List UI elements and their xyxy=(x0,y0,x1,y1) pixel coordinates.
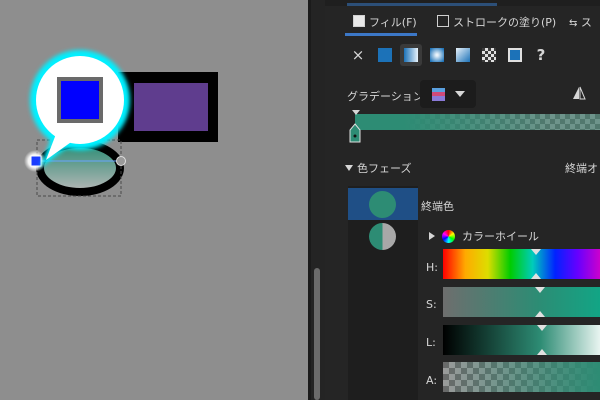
gradient-stop-top-marker xyxy=(352,110,360,115)
color-wheel-icon xyxy=(442,229,455,243)
tab-fill-label: フィル(F) xyxy=(369,16,417,29)
unset-paint-button[interactable]: ? xyxy=(530,44,552,66)
saturation-slider-thumb-bottom xyxy=(535,311,545,317)
swatch-icon xyxy=(508,48,522,62)
lightness-label: L: xyxy=(426,336,436,349)
hue-label: H: xyxy=(426,261,438,274)
chevron-down-icon xyxy=(454,91,465,97)
gradient-label: グラデーション: xyxy=(347,90,428,103)
unset-icon: ? xyxy=(536,46,546,64)
tab-stroke-style[interactable]: ⇆ ス xyxy=(569,14,592,30)
fill-checkbox-icon xyxy=(353,15,365,27)
tab-stroke-style-label: ス xyxy=(580,16,592,29)
lightness-slider[interactable] xyxy=(443,325,600,355)
stop-end-swatch xyxy=(369,191,396,218)
tab-stroke-paint[interactable]: ストロークの塗り(P) xyxy=(437,14,556,30)
stroke-style-icon: ⇆ xyxy=(569,18,578,29)
conical-gradient-button[interactable] xyxy=(452,44,474,66)
reverse-gradient-icon[interactable] xyxy=(572,86,586,100)
lightness-slider-thumb-top[interactable] xyxy=(537,325,547,331)
hue-slider-thumb-bottom xyxy=(531,273,541,279)
tooltip-color-swatch xyxy=(57,77,103,123)
alpha-slider[interactable] xyxy=(443,362,600,392)
panel-top-progress xyxy=(347,3,497,6)
radial-gradient-icon xyxy=(430,48,444,62)
expand-right-icon xyxy=(429,232,435,240)
tab-fill[interactable]: フィル(F) xyxy=(353,14,417,30)
color-wheel-label: カラーホイール xyxy=(462,230,539,243)
gradient-start-handle[interactable] xyxy=(30,155,42,167)
lightness-slider-thumb-bottom xyxy=(537,349,547,355)
gradient-end-handle[interactable] xyxy=(116,156,126,166)
gradient-selector-button[interactable] xyxy=(420,80,476,108)
saturation-label: S: xyxy=(426,298,437,311)
gradient-preview-bar[interactable] xyxy=(355,114,600,130)
pattern-icon xyxy=(482,48,496,62)
endpoint-label: 終端色 xyxy=(421,200,454,213)
canvas[interactable] xyxy=(0,0,308,400)
none-icon: × xyxy=(351,46,365,64)
color-wheel-expander[interactable]: カラーホイール xyxy=(429,228,539,244)
radial-gradient-button[interactable] xyxy=(426,44,448,66)
conical-gradient-icon xyxy=(456,48,470,62)
phases-label: 色フェーズ xyxy=(357,162,412,175)
vertical-scrollbar-thumb[interactable] xyxy=(314,268,320,400)
stop-item-start[interactable] xyxy=(369,223,396,250)
phases-expander[interactable]: 色フェーズ xyxy=(345,160,411,176)
saturation-slider-thumb-top[interactable] xyxy=(535,287,545,293)
alpha-label: A: xyxy=(426,374,438,387)
phases-right-label: 終端オ xyxy=(565,162,598,175)
linear-gradient-button[interactable] xyxy=(400,44,422,66)
purple-rectangle-shape[interactable] xyxy=(134,83,208,131)
flat-color-icon xyxy=(378,48,392,62)
expand-down-icon xyxy=(345,165,353,171)
stroke-paint-checkbox-icon xyxy=(437,15,449,27)
fill-stroke-panel: フィル(F) ストロークの塗り(P) ⇆ ス × ? グラデーション: 色フェー… xyxy=(325,0,600,400)
gradient-stop-start[interactable] xyxy=(349,122,361,147)
hue-slider[interactable] xyxy=(443,249,600,279)
linear-gradient-icon xyxy=(404,48,418,62)
tab-fill-underline xyxy=(345,33,417,36)
pattern-button[interactable] xyxy=(478,44,500,66)
hue-slider-thumb-top[interactable] xyxy=(531,249,541,255)
gradient-library-icon xyxy=(431,87,445,101)
fill-none-button[interactable]: × xyxy=(347,44,369,66)
swatch-button[interactable] xyxy=(504,44,526,66)
flat-color-button[interactable] xyxy=(374,44,396,66)
canvas-drawing[interactable] xyxy=(0,0,308,400)
saturation-slider[interactable] xyxy=(443,287,600,317)
tab-stroke-paint-label: ストロークの塗り(P) xyxy=(453,16,557,29)
